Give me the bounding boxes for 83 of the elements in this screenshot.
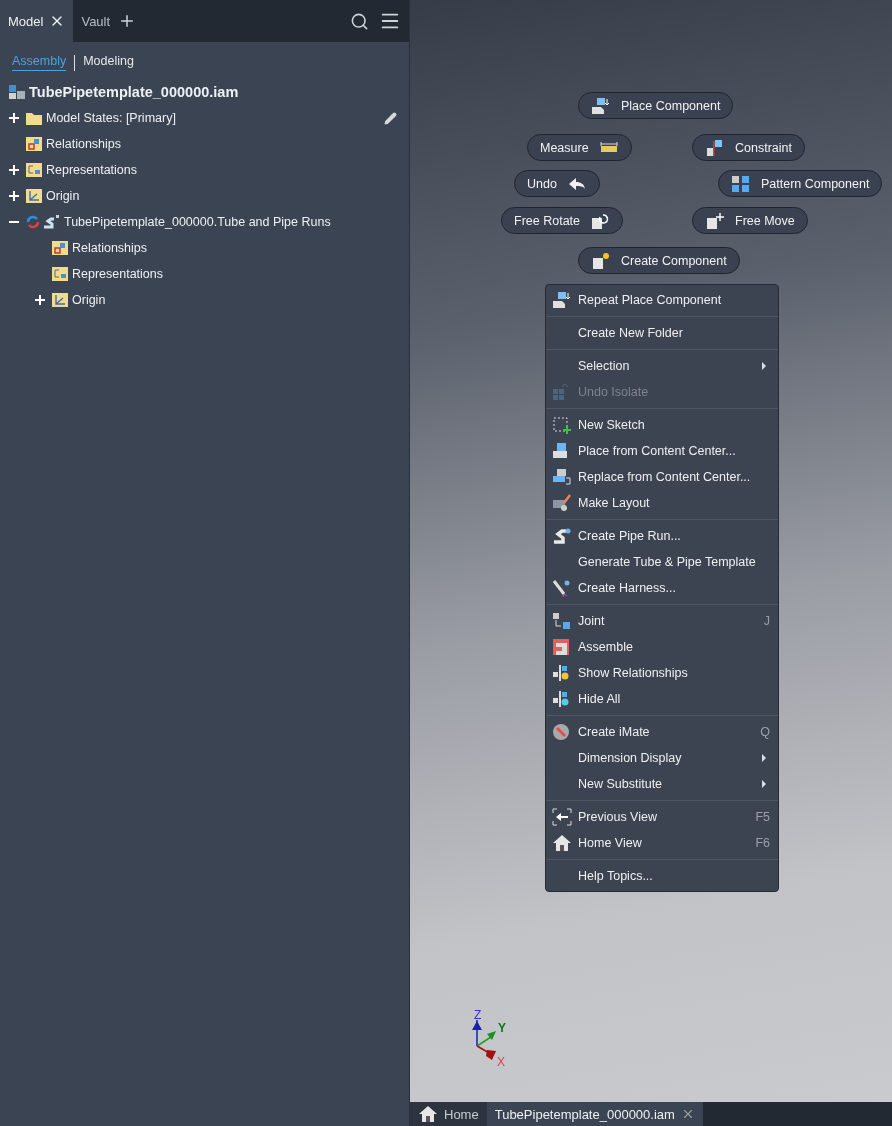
pattern-icon: [731, 174, 751, 193]
panel-tab[interactable]: Model: [0, 0, 74, 42]
menu-item[interactable]: Help Topics...: [546, 863, 778, 889]
menu-item[interactable]: Selection: [546, 353, 778, 379]
shortcut-key: Q: [760, 725, 770, 739]
document-tab[interactable]: Home: [410, 1102, 487, 1126]
representations-icon: [25, 162, 43, 178]
view-tab[interactable]: Modeling: [83, 54, 134, 71]
menu-item[interactable]: Place from Content Center...: [546, 438, 778, 464]
menu-item[interactable]: Show Relationships: [546, 660, 778, 686]
home-icon: [418, 1105, 438, 1123]
axis-label: Y: [498, 1021, 506, 1035]
menu-item[interactable]: New Sketch: [546, 412, 778, 438]
tree-item[interactable]: Model States: [Primary]: [46, 111, 176, 125]
expand-icon[interactable]: [9, 191, 19, 201]
menu-item[interactable]: Joint J: [546, 608, 778, 634]
place-component-icon: [552, 291, 572, 309]
menu-item[interactable]: Create iMate Q: [546, 719, 778, 745]
axis-label: X: [497, 1055, 505, 1069]
harness-icon: [552, 579, 572, 597]
sketch-icon: [552, 416, 572, 434]
menu-item[interactable]: Create Pipe Run...: [546, 523, 778, 549]
shortcut-key: F6: [755, 836, 770, 850]
previous-view-icon: [552, 808, 572, 826]
marking-menu-button[interactable]: Constraint: [692, 134, 805, 161]
origin-icon: [25, 188, 43, 204]
marking-menu-button[interactable]: Pattern Component: [718, 170, 883, 197]
relationships-icon: [25, 136, 43, 152]
menu-item[interactable]: Repeat Place Component: [546, 287, 778, 313]
tree-item[interactable]: Origin: [46, 189, 80, 203]
axis-label: Z: [474, 1010, 482, 1022]
home-icon: [552, 834, 572, 852]
replace-icon: [552, 468, 572, 486]
axis-triad-drawing: [472, 1019, 496, 1060]
tree-item[interactable]: TubePipetemplate_000000.iam: [29, 84, 239, 100]
marking-menu-button[interactable]: Place Component: [578, 92, 734, 119]
menu-item[interactable]: Assemble: [546, 634, 778, 660]
assemble-icon: [552, 638, 572, 656]
pencil-icon[interactable]: [384, 111, 397, 125]
imate-icon: [552, 723, 572, 741]
origin-icon: [51, 292, 69, 308]
tree-item[interactable]: Representations: [46, 163, 138, 177]
pipe-icon: [552, 527, 572, 545]
create-component-icon: [591, 251, 611, 270]
menu-item[interactable]: Create New Folder: [546, 320, 778, 346]
representations-icon: [51, 266, 69, 282]
marking-menu-button[interactable]: Free Rotate: [501, 207, 623, 234]
layout-icon: [552, 494, 572, 512]
expand-icon[interactable]: [35, 295, 45, 305]
marking-menu-button[interactable]: Undo: [514, 170, 600, 197]
joint-icon: [552, 612, 572, 630]
panel-tab[interactable]: Vault: [73, 0, 119, 42]
tree-item[interactable]: Origin: [72, 293, 106, 307]
place-component-icon: [591, 96, 611, 115]
menu-item[interactable]: Home View F6: [546, 830, 778, 856]
menu-item[interactable]: Replace from Content Center...: [546, 464, 778, 490]
tree-item[interactable]: Relationships: [72, 241, 148, 255]
tree-item[interactable]: TubePipetemplate_000000.Tube and Pipe Runs: [64, 215, 331, 229]
constraint-icon: [705, 138, 725, 157]
relationships-icon: [51, 240, 69, 256]
menu-item[interactable]: New Substitute: [546, 771, 778, 797]
marking-menu-button[interactable]: Create Component: [578, 247, 740, 274]
assembly-icon: [8, 84, 26, 100]
tree-item[interactable]: Relationships: [46, 137, 122, 151]
menu-item[interactable]: Create Harness...: [546, 575, 778, 601]
move-icon: [705, 211, 725, 230]
menu-item[interactable]: Generate Tube & Pipe Template: [546, 549, 778, 575]
expand-icon[interactable]: [9, 113, 19, 123]
shortcut-key: F5: [755, 810, 770, 824]
menu-item[interactable]: Hide All: [546, 686, 778, 712]
document-tab[interactable]: TubePipetemplate_000000.iam: [486, 1102, 703, 1126]
pipe-runs-icon: [25, 214, 61, 230]
marking-menu-button[interactable]: Free Move: [692, 207, 808, 234]
menu-item[interactable]: Previous View F5: [546, 804, 778, 830]
menu-item[interactable]: Make Layout: [546, 490, 778, 516]
folder-icon: [25, 110, 43, 126]
view-tab[interactable]: Assembly: [12, 54, 67, 71]
menu-item[interactable]: Dimension Display: [546, 745, 778, 771]
shortcut-key: J: [763, 614, 770, 628]
expand-icon[interactable]: [9, 165, 19, 175]
rotate-icon: [590, 211, 610, 230]
tree-item[interactable]: Representations: [72, 267, 164, 281]
marking-menu-button[interactable]: Measure: [527, 134, 632, 161]
